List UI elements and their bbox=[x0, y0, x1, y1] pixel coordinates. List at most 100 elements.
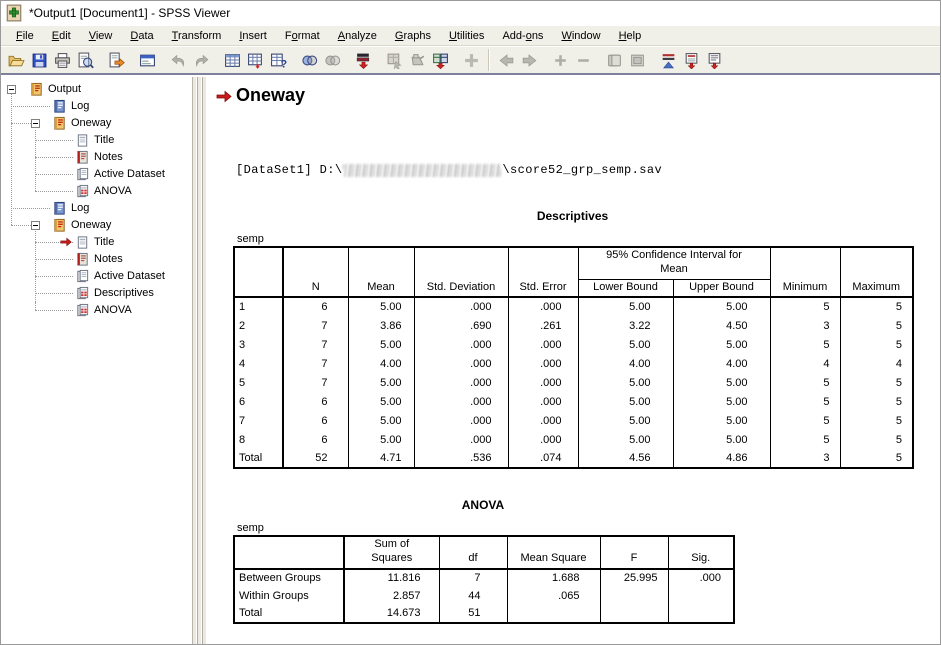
insert-title-icon[interactable] bbox=[680, 49, 703, 71]
cell: 6 bbox=[283, 411, 348, 430]
tree-item-oneway[interactable]: Oneway bbox=[1, 217, 192, 234]
menu-utilities[interactable]: Utilities bbox=[440, 27, 493, 45]
cell: 5.00 bbox=[348, 411, 414, 430]
table-row: 474.00.000.0004.004.0044 bbox=[234, 354, 913, 373]
cell: .000 bbox=[414, 354, 508, 373]
tree-expander-minus[interactable] bbox=[31, 119, 40, 128]
tree-item-title[interactable]: Title bbox=[1, 234, 192, 251]
menu-graphs[interactable]: Graphs bbox=[386, 27, 440, 45]
cell: .000 bbox=[414, 335, 508, 354]
table-row: Total14.67351 bbox=[234, 605, 734, 623]
row-label: 3 bbox=[234, 335, 283, 354]
menu-file[interactable]: File bbox=[7, 27, 43, 45]
print-preview-icon[interactable] bbox=[74, 49, 97, 71]
tree-connector bbox=[11, 123, 31, 124]
tree-item-anova[interactable]: ANOVA bbox=[1, 302, 192, 319]
window-title: *Output1 [Document1] - SPSS Viewer bbox=[29, 6, 230, 20]
insert-heading-icon[interactable] bbox=[657, 49, 680, 71]
menu-data[interactable]: Data bbox=[121, 27, 162, 45]
tree-item-label: Active Dataset bbox=[94, 270, 165, 282]
print-icon[interactable] bbox=[51, 49, 74, 71]
book-output-icon bbox=[29, 82, 44, 97]
split-file-icon[interactable] bbox=[429, 49, 452, 71]
tree-item-oneway[interactable]: Oneway bbox=[1, 115, 192, 132]
tree-item-log[interactable]: Log bbox=[1, 98, 192, 115]
row-label: 4 bbox=[234, 354, 283, 373]
cell: .536 bbox=[414, 449, 508, 468]
tree-expander-minus[interactable] bbox=[7, 85, 16, 94]
dataset-prefix: [DataSet1] D:\ bbox=[236, 163, 342, 177]
goto-case-icon[interactable] bbox=[244, 49, 267, 71]
find-icon[interactable] bbox=[298, 49, 321, 71]
menu-edit[interactable]: Edit bbox=[43, 27, 80, 45]
cell: 3.86 bbox=[348, 316, 414, 335]
cell: .000 bbox=[414, 297, 508, 316]
tree-item-anova[interactable]: ANOVA bbox=[1, 183, 192, 200]
menu-help[interactable]: Help bbox=[610, 27, 651, 45]
tree-connector bbox=[35, 293, 73, 294]
cell: 5 bbox=[840, 316, 913, 335]
tree-expander-minus[interactable] bbox=[31, 221, 40, 230]
cell: 5.00 bbox=[578, 411, 673, 430]
dataset-icon bbox=[75, 269, 90, 284]
oneway-heading-block[interactable]: Oneway bbox=[216, 85, 305, 106]
cell: 5 bbox=[840, 449, 913, 468]
cell: .000 bbox=[508, 430, 578, 449]
collapse-icon bbox=[572, 49, 595, 71]
cell: .000 bbox=[508, 373, 578, 392]
tree-item-active-dataset[interactable]: Active Dataset bbox=[1, 268, 192, 285]
title-bar[interactable]: *Output1 [Document1] - SPSS Viewer bbox=[1, 1, 940, 25]
current-item-arrow-icon bbox=[60, 237, 72, 247]
use-variable-sets-icon[interactable] bbox=[352, 49, 375, 71]
descriptives-title: Descriptives bbox=[233, 209, 912, 223]
menu-analyze[interactable]: Analyze bbox=[329, 27, 386, 45]
nav-back-icon bbox=[495, 49, 518, 71]
menu-format[interactable]: Format bbox=[276, 27, 329, 45]
cell bbox=[600, 587, 668, 605]
dataset-line[interactable]: [DataSet1] D:\\score52_grp_semp.sav bbox=[236, 163, 662, 177]
tree-item-label: Oneway bbox=[71, 117, 111, 129]
goto-data-icon[interactable] bbox=[221, 49, 244, 71]
table-row: 665.00.000.0005.005.0055 bbox=[234, 392, 913, 411]
menu-transform[interactable]: Transform bbox=[163, 27, 231, 45]
insert-text-icon[interactable] bbox=[703, 49, 726, 71]
anova-table[interactable]: Sum of SquaresdfMean SquareFSig.Between … bbox=[233, 535, 735, 624]
tree-item-notes[interactable]: Notes bbox=[1, 149, 192, 166]
notes-icon bbox=[75, 252, 90, 267]
descriptives-variable-label: semp bbox=[237, 233, 264, 245]
table-row: 865.00.000.0005.005.0055 bbox=[234, 430, 913, 449]
cell: 5 bbox=[770, 411, 840, 430]
tree-item-active-dataset[interactable]: Active Dataset bbox=[1, 166, 192, 183]
cell: 5.00 bbox=[673, 335, 770, 354]
svg-text:?: ? bbox=[281, 58, 287, 69]
pane-splitter[interactable] bbox=[193, 77, 206, 644]
undo-icon bbox=[167, 49, 190, 71]
find-next-icon bbox=[321, 49, 344, 71]
open-file-icon[interactable] bbox=[5, 49, 28, 71]
spss-app-icon bbox=[5, 4, 23, 22]
tree-item-output[interactable]: Output bbox=[1, 81, 192, 98]
designate-window-icon bbox=[406, 49, 429, 71]
menu-addons[interactable]: Add-ons bbox=[493, 27, 552, 45]
menu-insert[interactable]: Insert bbox=[230, 27, 276, 45]
tree-item-label: ANOVA bbox=[94, 304, 132, 316]
column-header: Std. Deviation bbox=[414, 247, 508, 297]
dataset-icon bbox=[75, 167, 90, 182]
tree-item-title[interactable]: Title bbox=[1, 132, 192, 149]
export-output-icon[interactable] bbox=[105, 49, 128, 71]
tree-item-descriptives[interactable]: Descriptives bbox=[1, 285, 192, 302]
cell: 5 bbox=[840, 373, 913, 392]
tree-item-log[interactable]: Log bbox=[1, 200, 192, 217]
menu-view[interactable]: View bbox=[80, 27, 122, 45]
cell: 5.00 bbox=[348, 297, 414, 316]
cell: 5 bbox=[840, 411, 913, 430]
dialog-recall-icon[interactable] bbox=[136, 49, 159, 71]
tree-connector bbox=[11, 208, 50, 209]
cell: 5.00 bbox=[348, 335, 414, 354]
menu-window[interactable]: Window bbox=[552, 27, 609, 45]
cell: 7 bbox=[439, 569, 507, 587]
tree-item-notes[interactable]: Notes bbox=[1, 251, 192, 268]
variables-icon[interactable]: ? bbox=[267, 49, 290, 71]
descriptives-table[interactable]: NMeanStd. DeviationStd. Error95% Confide… bbox=[233, 246, 914, 469]
save-file-icon[interactable] bbox=[28, 49, 51, 71]
